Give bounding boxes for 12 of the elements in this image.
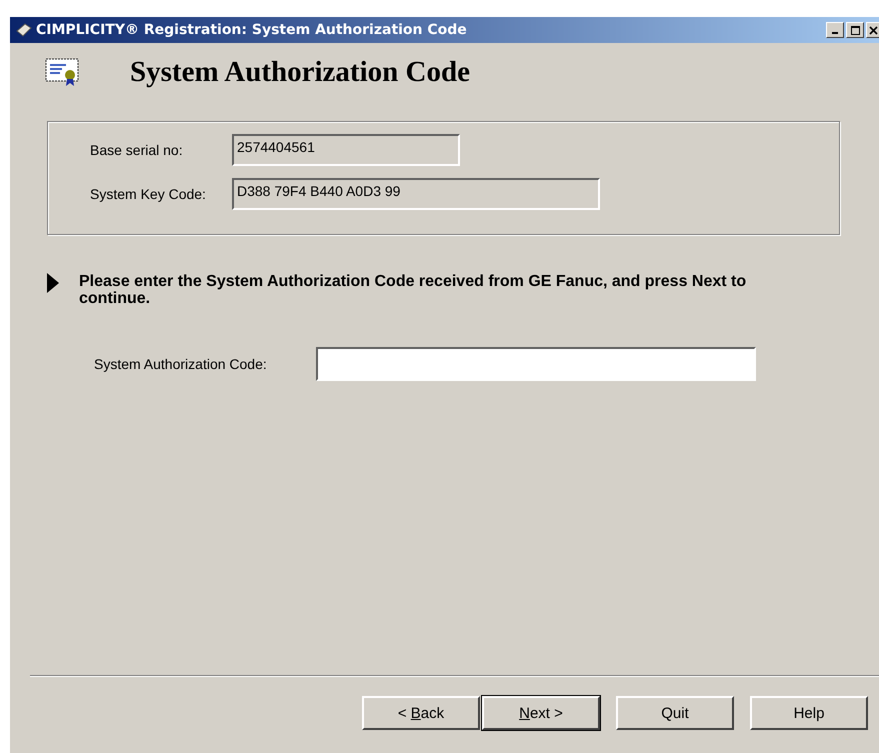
field-label: System Authorization Code: — [94, 356, 268, 372]
page-heading: System Authorization Code — [130, 56, 470, 88]
instruction-text: Please enter the System Authorization Code received from GE Fanuc, and press Next to continue. — [79, 273, 748, 307]
wizard-button[interactable]: Quit — [616, 696, 734, 730]
readonly-field: 2574404561 — [232, 134, 460, 166]
wizard-button[interactable]: Next > — [482, 696, 600, 730]
field-label: Base serial no: — [90, 142, 184, 158]
field-label: System Key Code: — [90, 186, 207, 202]
readonly-field: D388 79F4 B440 A0D3 99 — [232, 178, 600, 210]
wizard-button[interactable]: < Back — [362, 696, 480, 730]
window-title: CIMPLICITY® Registration: System Authorization Code — [36, 22, 467, 38]
wizard-button[interactable]: Help — [750, 696, 868, 730]
